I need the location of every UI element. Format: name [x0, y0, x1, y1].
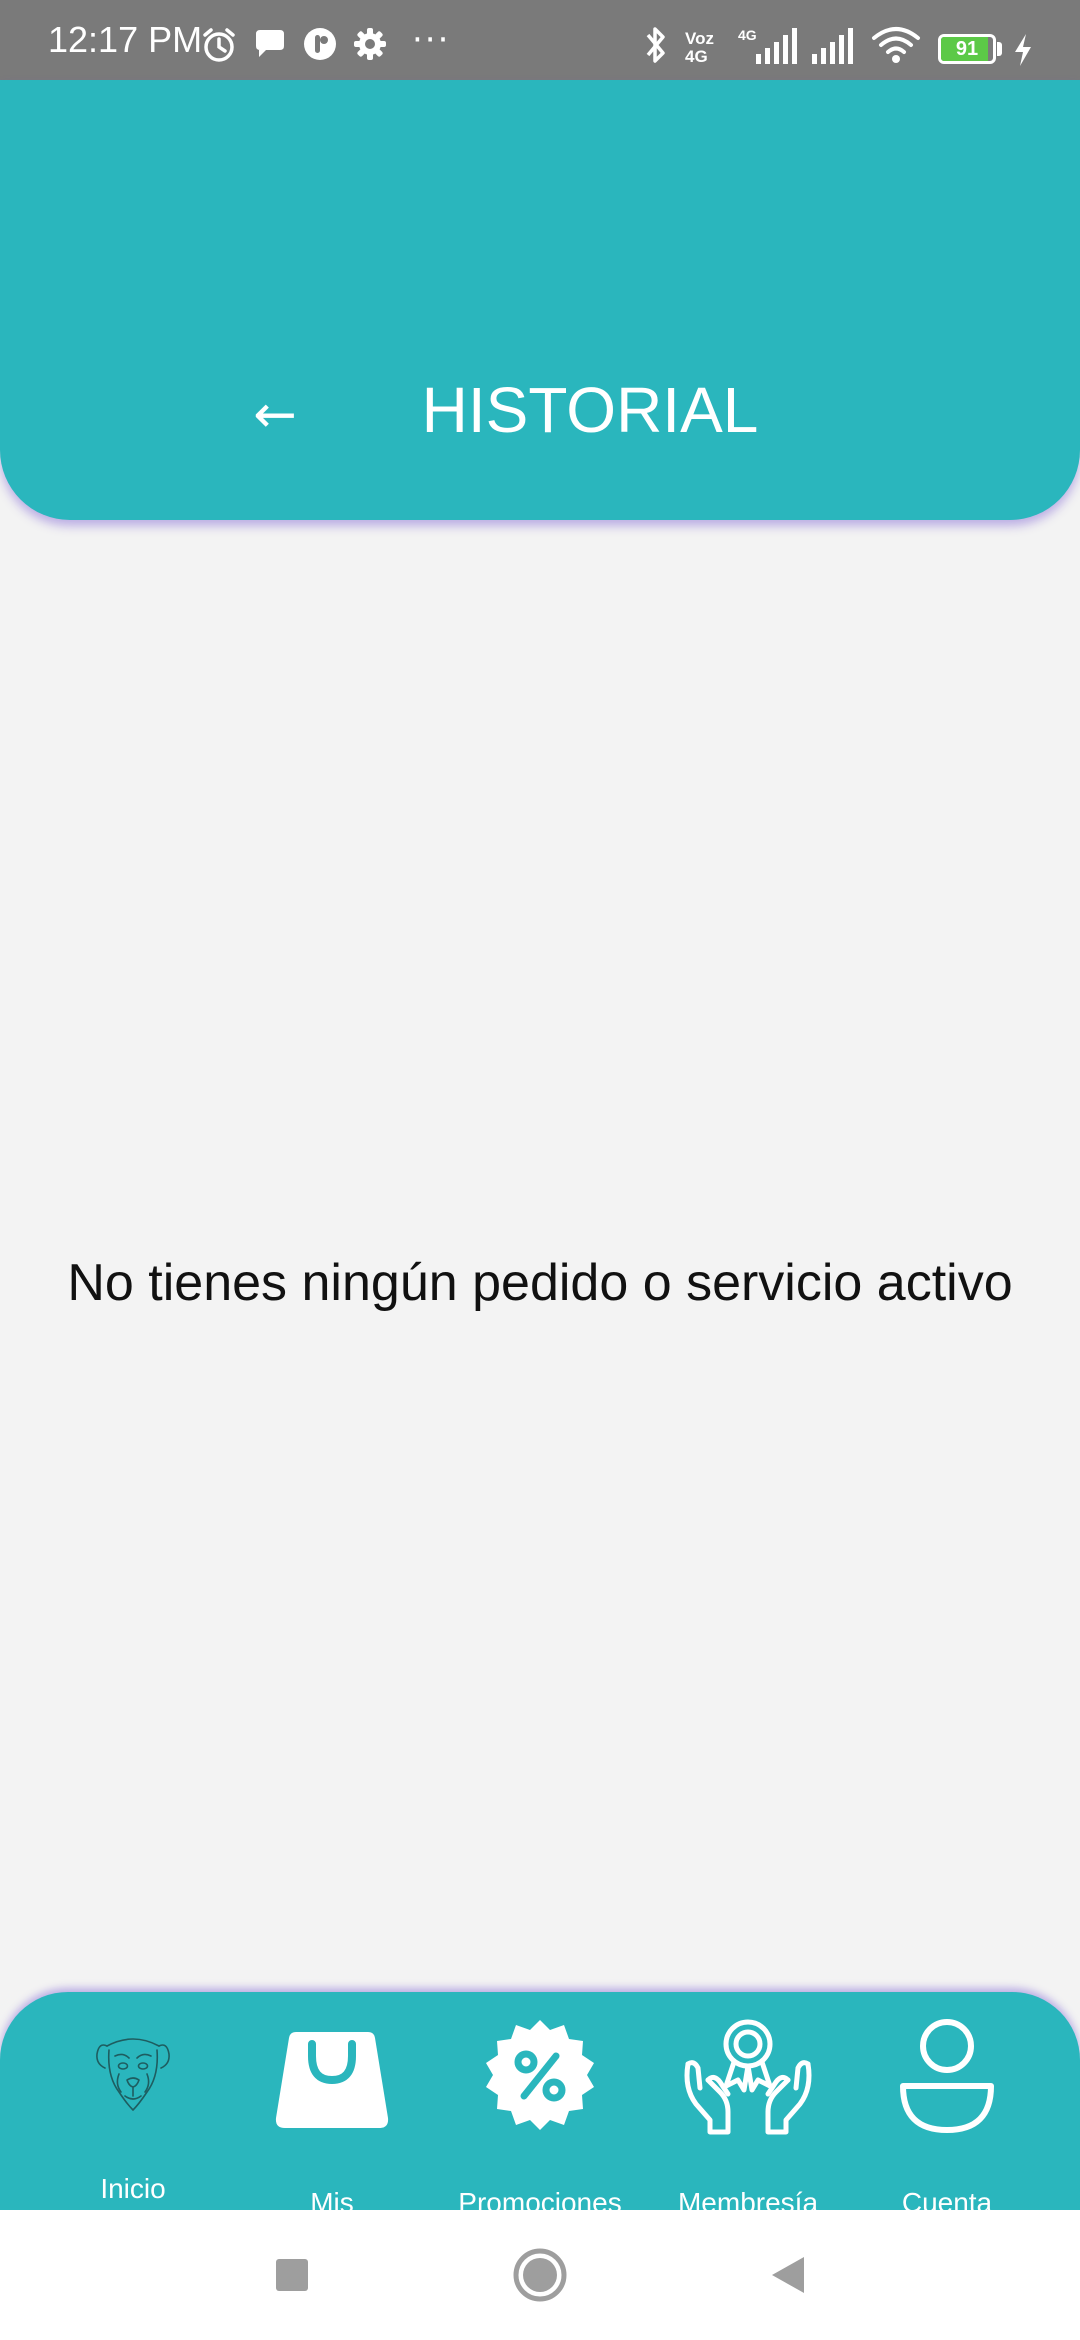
status-bar: 12:17 PM ··· Voz 4G 4G 91: [0, 0, 1080, 80]
dog-logo-icon: [96, 2038, 170, 2111]
app-notification-icon: [304, 28, 336, 60]
empty-state-message: No tienes ningún pedido o servicio activ…: [67, 1254, 1013, 1312]
award-hands-icon: [684, 2019, 812, 2135]
bluetooth-icon: [646, 27, 665, 63]
nav-item-cuenta[interactable]: Cuenta: [847, 1992, 1047, 2218]
percent-badge-icon: [486, 2020, 594, 2130]
system-navigation-bar: [0, 2210, 1080, 2340]
page-title: HISTORIAL: [421, 374, 759, 446]
bottom-navigation: Inicio Mis Promociones Membresía Cuenta: [0, 1992, 1080, 2218]
user-icon: [900, 2019, 994, 2133]
wifi-icon: [872, 27, 920, 63]
charging-icon: [1015, 34, 1031, 66]
shopping-bag-icon: [275, 2032, 389, 2128]
recents-button[interactable]: [252, 2235, 332, 2315]
signal-icon: [756, 28, 797, 64]
status-time: 12:17 PM: [48, 19, 203, 60]
back-button[interactable]: [748, 2235, 828, 2315]
nav-label: Inicio: [100, 2173, 166, 2204]
volte-label-top: Voz: [685, 29, 714, 48]
battery-tip: [997, 42, 1002, 56]
settings-icon: [354, 28, 386, 60]
back-arrow-button[interactable]: ←: [240, 380, 310, 450]
nav-item-membresia[interactable]: Membresía: [648, 1992, 848, 2218]
nav-item-mis[interactable]: Mis: [232, 1992, 432, 2218]
nav-item-inicio[interactable]: Inicio: [33, 1992, 233, 2210]
header: ← HISTORIAL: [0, 80, 1080, 520]
more-notifications-indicator: ···: [412, 20, 451, 60]
volte-label-bottom: 4G: [685, 47, 708, 66]
home-button[interactable]: [500, 2235, 580, 2315]
signal-icon: [812, 28, 853, 64]
chat-bubble-icon: [256, 30, 284, 57]
battery-level-text: 91: [955, 38, 979, 60]
battery-icon: 91: [938, 34, 996, 64]
alarm-icon: [203, 28, 235, 62]
nav-item-promociones[interactable]: Promociones: [440, 1992, 640, 2218]
